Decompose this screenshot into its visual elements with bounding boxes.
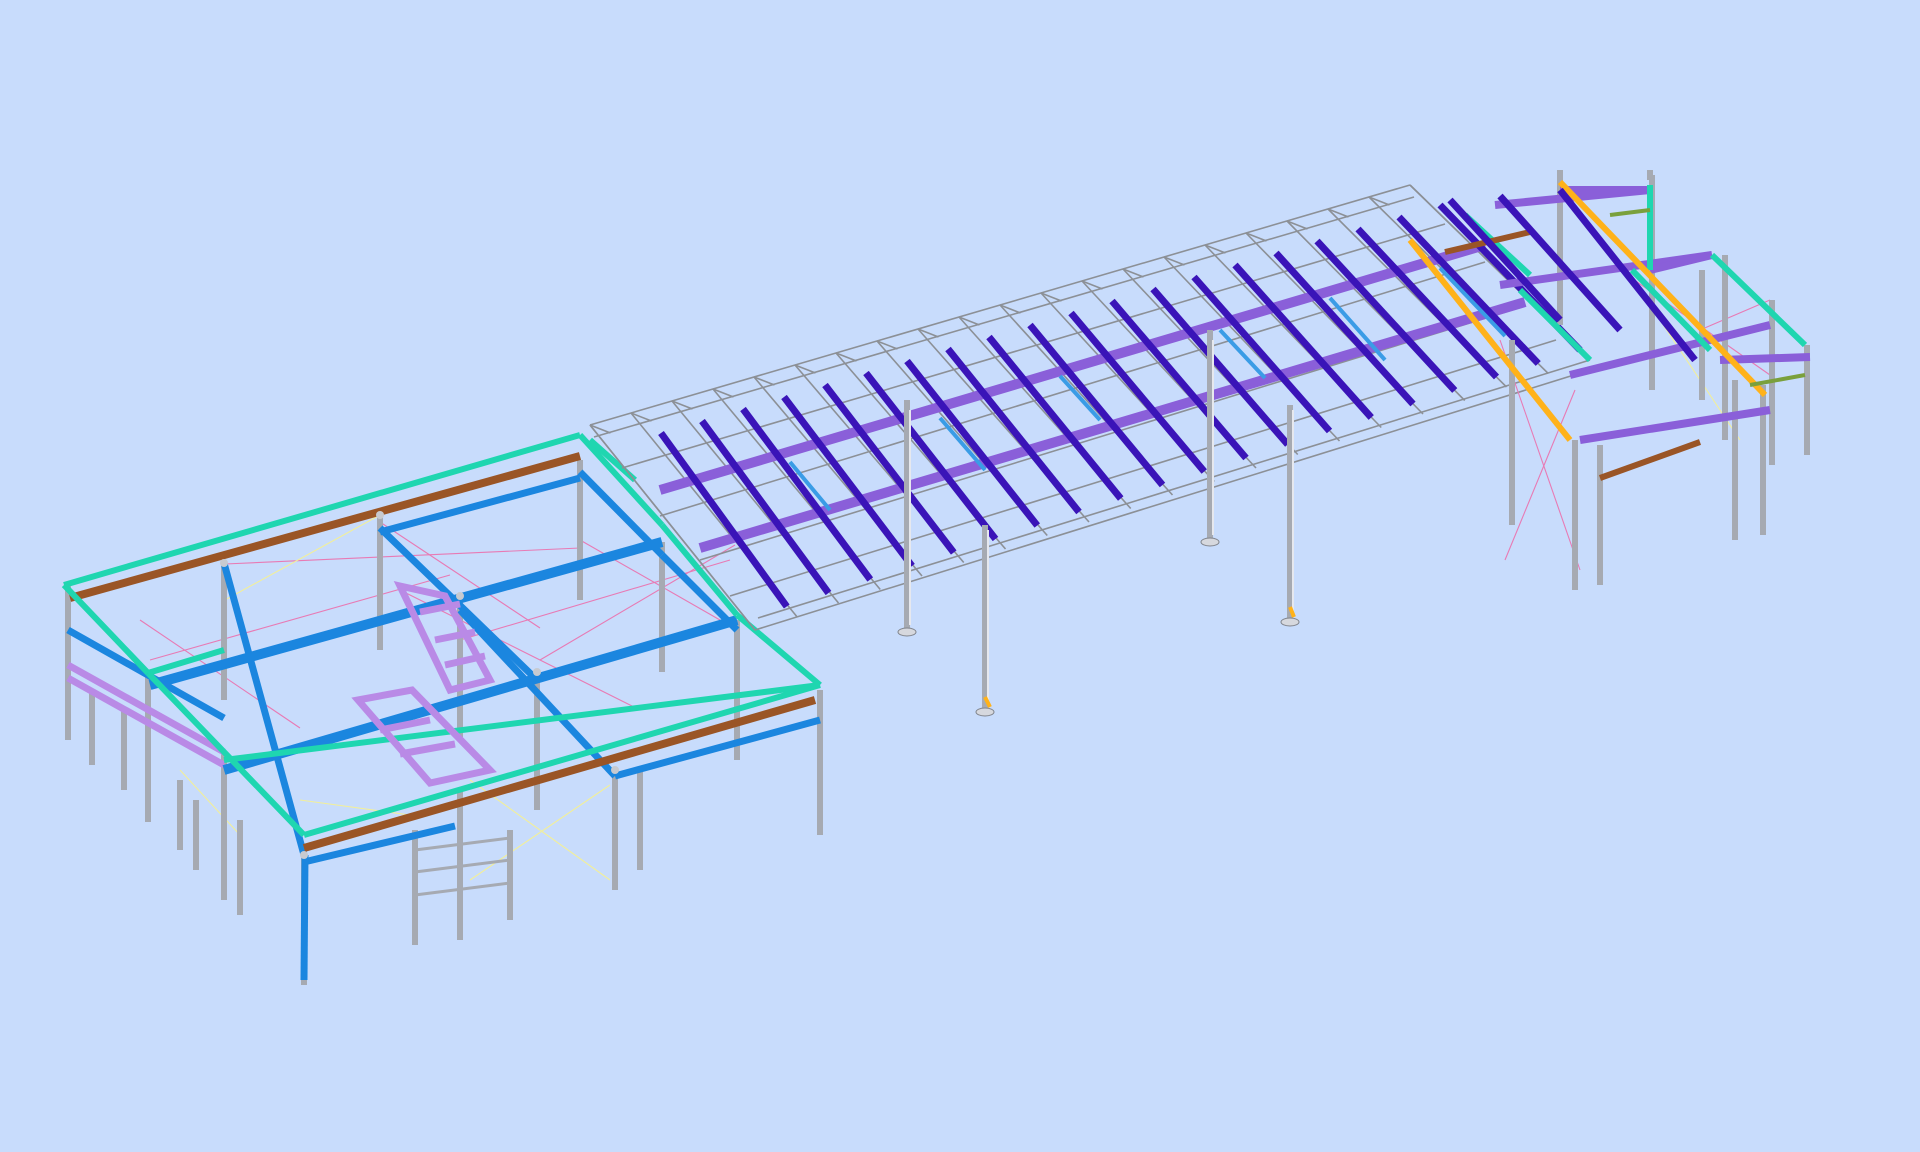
orange-member [1557, 179, 1768, 398]
column-bases [897, 537, 1300, 717]
left-building-block [61, 432, 823, 985]
brown-beam [1598, 439, 1702, 481]
steel-structure-model [61, 170, 1811, 985]
3d-model-viewport[interactable] [0, 0, 1920, 1152]
orange-member [1407, 238, 1573, 442]
olive-member [1609, 208, 1651, 217]
olive-member [1749, 373, 1806, 387]
